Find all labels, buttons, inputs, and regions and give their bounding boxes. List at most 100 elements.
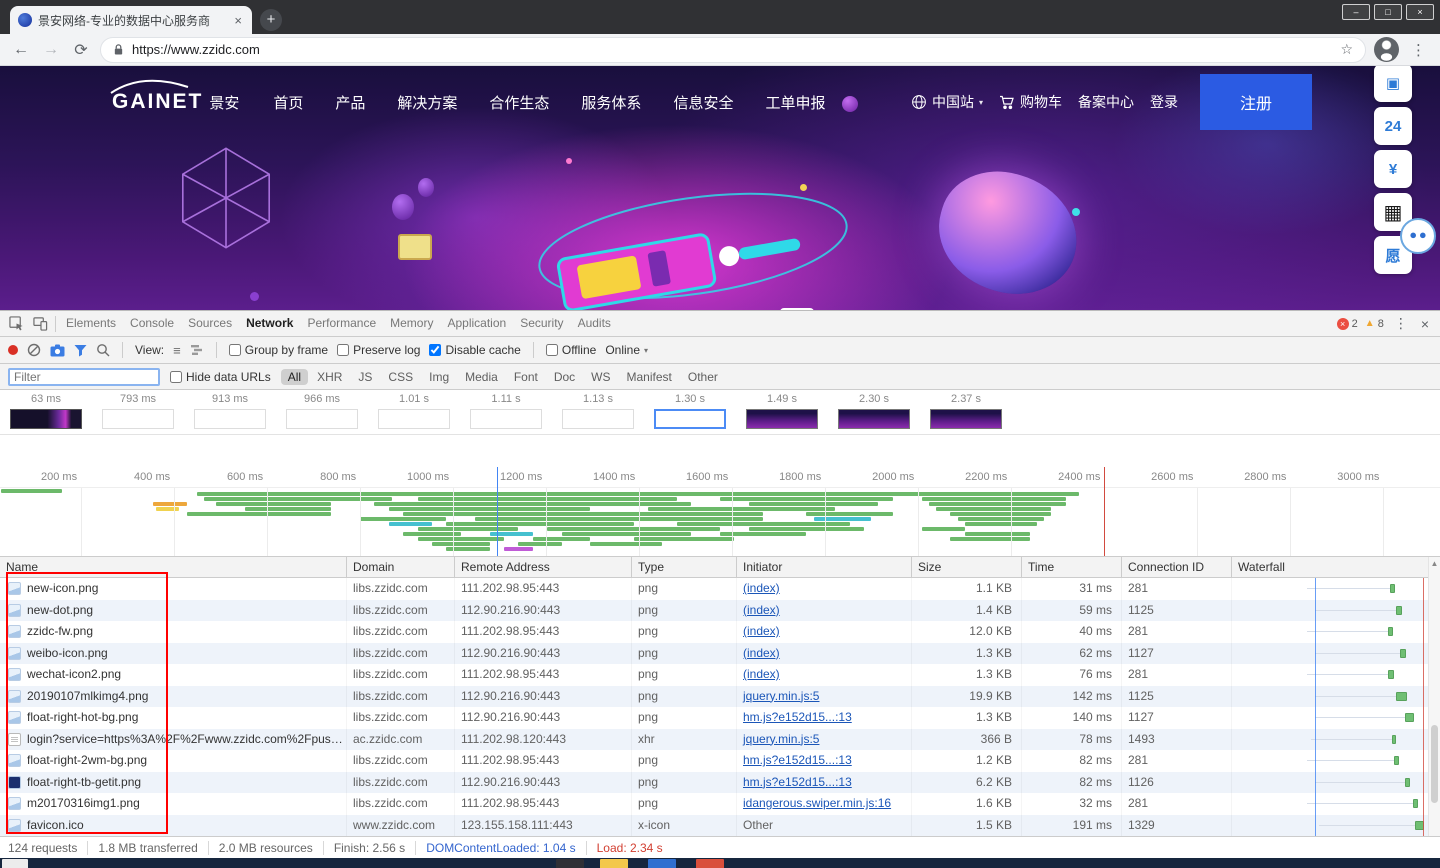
minimize-button[interactable]: – [1342,4,1370,20]
filter-input[interactable] [8,368,160,386]
browser-tab[interactable]: 景安网络-专业的数据中心服务商 × [10,6,252,34]
devtools-tab-sources[interactable]: Sources [181,311,239,336]
type-filter-all[interactable]: All [281,369,308,385]
overview[interactable]: 200 ms400 ms600 ms800 ms1000 ms1200 ms14… [0,467,1440,557]
network-request-row[interactable]: wechat-icon2.pnglibs.zzidc.com111.202.98… [0,664,1440,686]
address-bar[interactable]: https://www.zzidc.com ☆ [100,37,1366,63]
devtools-menu-icon[interactable]: ⋮ [1391,315,1411,332]
preserve-log-checkbox[interactable]: Preserve log [337,343,420,357]
site-logo[interactable]: GAINET 景安 [112,90,239,114]
type-filter-font[interactable]: Font [507,369,545,385]
initiator-link[interactable]: (index) [743,624,780,638]
devtools-tab-audits[interactable]: Audits [571,311,618,336]
filmstrip-frame[interactable]: 2.30 s [836,393,912,434]
network-request-row[interactable]: new-icon.pnglibs.zzidc.com111.202.98.95:… [0,578,1440,600]
type-filter-xhr[interactable]: XHR [310,369,349,385]
disable-cache-checkbox[interactable]: Disable cache [429,343,520,357]
scrollbar-up-icon[interactable]: ▲ [1429,557,1440,569]
network-request-row[interactable]: m20170316img1.pnglibs.zzidc.com111.202.9… [0,793,1440,815]
filmstrip-frame[interactable]: 1.13 s [560,393,636,434]
taskbar-icon-app-red[interactable] [696,859,724,868]
type-filter-img[interactable]: Img [422,369,456,385]
column-header-remote-address[interactable]: Remote Address [455,557,632,577]
login-link[interactable]: 登录 [1150,92,1178,112]
floating-service-24h-button[interactable]: 24 [1374,107,1412,145]
device-toolbar-icon[interactable] [28,312,52,336]
network-request-row[interactable]: float-right-2wm-bg.pnglibs.zzidc.com111.… [0,750,1440,772]
back-icon[interactable]: ← [10,41,32,59]
type-filter-manifest[interactable]: Manifest [620,369,679,385]
type-filter-media[interactable]: Media [458,369,505,385]
browser-menu-icon[interactable]: ⋮ [1407,41,1430,59]
hide-data-urls-checkbox[interactable]: Hide data URLs [170,370,271,384]
type-filter-other[interactable]: Other [681,369,725,385]
floating-price-button[interactable]: ¥ [1374,150,1412,188]
clear-icon[interactable] [27,343,41,357]
site-nav-item[interactable]: 合作生态 [489,92,549,113]
inspect-element-icon[interactable] [4,312,28,336]
view-waterfall-icon[interactable] [190,344,204,356]
taskbar-icon-app-left[interactable] [2,859,28,868]
record-center-link[interactable]: 备案中心 [1078,92,1134,112]
column-header-type[interactable]: Type [632,557,737,577]
chat-robot-avatar[interactable] [1400,218,1436,254]
type-filter-css[interactable]: CSS [381,369,420,385]
filmstrip-frame[interactable]: 1.30 s [652,393,728,434]
table-scrollbar[interactable]: ▲ [1428,557,1440,836]
network-request-row[interactable]: 20190107mlkimg4.pnglibs.zzidc.com112.90.… [0,686,1440,708]
devtools-tab-console[interactable]: Console [123,311,181,336]
network-request-row[interactable]: login?service=https%3A%2F%2Fwww.zzidc.co… [0,729,1440,751]
column-header-size[interactable]: Size [912,557,1022,577]
filmstrip-frame[interactable]: 966 ms [284,393,360,434]
forward-icon[interactable]: → [40,41,62,59]
site-nav-item[interactable]: 首页 [273,92,303,113]
devtools-tab-memory[interactable]: Memory [383,311,440,336]
initiator-link[interactable]: (index) [743,646,780,660]
network-request-row[interactable]: new-dot.pnglibs.zzidc.com112.90.216.90:4… [0,600,1440,622]
initiator-link[interactable]: hm.js?e152d15...:13 [743,710,852,724]
initiator-link[interactable]: hm.js?e152d15...:13 [743,775,852,789]
devtools-tab-security[interactable]: Security [513,311,570,336]
initiator-link[interactable]: jquery.min.js:5 [743,689,819,703]
region-selector[interactable]: 中国站 ▾ [911,92,983,112]
type-filter-ws[interactable]: WS [584,369,617,385]
filmstrip-frame[interactable]: 1.49 s [744,393,820,434]
filmstrip-frame[interactable]: 793 ms [100,393,176,434]
record-button[interactable] [8,345,18,355]
error-badge[interactable]: × 2 [1337,318,1358,330]
column-header-connection-id[interactable]: Connection ID [1122,557,1232,577]
close-window-button[interactable]: × [1406,4,1434,20]
type-filter-doc[interactable]: Doc [547,369,582,385]
taskbar[interactable] [0,858,1440,868]
initiator-link[interactable]: (index) [743,581,780,595]
initiator-link[interactable]: (index) [743,603,780,617]
filter-icon[interactable] [74,344,87,357]
group-by-frame-checkbox[interactable]: Group by frame [229,343,328,357]
filmstrip-frame[interactable]: 63 ms [8,393,84,434]
search-icon[interactable] [96,343,110,357]
network-request-row[interactable]: float-right-hot-bg.pnglibs.zzidc.com112.… [0,707,1440,729]
reload-icon[interactable]: ⟳ [70,40,92,60]
devtools-tab-performance[interactable]: Performance [300,311,383,336]
devtools-close-icon[interactable]: × [1418,316,1432,332]
filmstrip-frame[interactable]: 1.11 s [468,393,544,434]
initiator-link[interactable]: (index) [743,667,780,681]
taskbar-icon-folder[interactable] [600,859,628,868]
type-filter-js[interactable]: JS [351,369,379,385]
column-header-waterfall[interactable]: Waterfall [1232,557,1440,577]
site-nav-item[interactable]: 服务体系 [581,92,641,113]
filmstrip-frame[interactable]: 913 ms [192,393,268,434]
initiator-link[interactable]: idangerous.swiper.min.js:16 [743,796,891,810]
column-header-initiator[interactable]: Initiator [737,557,912,577]
new-tab-button[interactable]: + [260,9,282,31]
scrollbar-thumb[interactable] [1431,725,1438,803]
bookmark-star-icon[interactable]: ☆ [1340,41,1353,58]
register-button[interactable]: 注册 [1200,74,1312,130]
devtools-tab-elements[interactable]: Elements [59,311,123,336]
filmstrip-frame[interactable]: 1.01 s [376,393,452,434]
network-request-row[interactable]: favicon.icowww.zzidc.com123.155.158.111:… [0,815,1440,837]
tab-close-icon[interactable]: × [232,13,244,28]
site-nav-item[interactable]: 工单申报 [765,92,825,113]
taskbar-icon-app-blue[interactable] [648,859,676,868]
maximize-button[interactable]: □ [1374,4,1402,20]
